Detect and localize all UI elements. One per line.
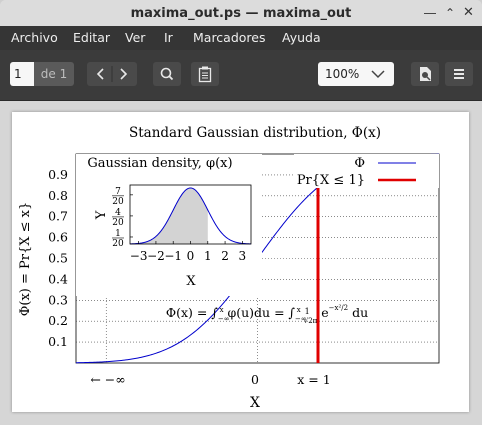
- main-menu-button[interactable]: [445, 62, 473, 86]
- cdf-formula: Φ(x) = ∫−∞x φ(u)du = ∫−∞x 1 √2π e−x²/2 du: [166, 304, 368, 325]
- title-bar: maxima_out.ps — maxima_out ― ⌃ ✕: [0, 0, 482, 26]
- x-axis-label: X: [250, 395, 260, 411]
- document-page: Standard Gaussian distribution, Φ(x) 0.1…: [12, 112, 469, 412]
- inset-y-tick-numerator: 4: [115, 208, 121, 218]
- search-button[interactable]: [153, 62, 181, 86]
- inset-y-tick-denominator: 20: [112, 218, 124, 228]
- y-tick-label: 0.1: [48, 334, 68, 349]
- inset-y-tick-numerator: 7: [115, 187, 121, 197]
- y-tick-label: 0.7: [48, 209, 68, 224]
- inset-y-label: Y: [94, 210, 109, 220]
- document-properties-button[interactable]: [411, 62, 439, 86]
- menu-archivo[interactable]: Archivo: [11, 30, 58, 45]
- hamburger-menu-icon: [454, 69, 464, 79]
- document-icon: [420, 67, 431, 81]
- gaussian-plot: Standard Gaussian distribution, Φ(x) 0.1…: [18, 125, 440, 411]
- inset-y-tick-denominator: 20: [112, 197, 124, 207]
- annotations-button[interactable]: [191, 62, 219, 86]
- minimize-icon[interactable]: ―: [424, 6, 436, 20]
- menu-marcadores[interactable]: Marcadores: [193, 30, 266, 45]
- close-icon[interactable]: ✕: [463, 5, 474, 20]
- chevron-right-icon[interactable]: [120, 68, 128, 80]
- y-tick-label: 0.2: [48, 313, 68, 328]
- zoom-value: 100%: [325, 67, 360, 81]
- page-total-label: de 1: [34, 62, 74, 86]
- menu-editar[interactable]: Editar: [73, 30, 110, 45]
- x-tick-label-zero: 0: [251, 372, 259, 387]
- app-window: maxima_out.ps — maxima_out ― ⌃ ✕ Archivo…: [0, 0, 482, 425]
- inset-y-tick-denominator: 20: [112, 239, 124, 249]
- page-nav-group: [87, 62, 137, 86]
- inset-title: Gaussian density, φ(x): [87, 156, 232, 171]
- chevron-left-icon[interactable]: [96, 68, 104, 80]
- inset-x-label: X: [186, 274, 196, 289]
- y-tick-label: 0.3: [48, 292, 68, 307]
- inset-x-tick-label: 0: [187, 249, 195, 263]
- clipboard-icon: [198, 66, 212, 83]
- inset-x-tick-label: 1: [204, 249, 212, 263]
- inset-x-tick-label: −1: [164, 249, 182, 263]
- y-tick-label: 0.5: [48, 251, 68, 266]
- inset-x-tick-label: 2: [221, 249, 229, 263]
- inset-x-tick-label: −2: [147, 249, 165, 263]
- inset-y-tick-numerator: 1: [115, 229, 121, 239]
- window-title: maxima_out.ps — maxima_out: [130, 6, 352, 21]
- menu-bar: Archivo Editar Ver Ir Marcadores Ayuda: [0, 26, 482, 50]
- y-tick-label: 0.8: [48, 188, 68, 203]
- y-tick-label: 0.4: [48, 271, 68, 286]
- inset-x-tick-label: 3: [239, 249, 247, 263]
- maximize-icon[interactable]: ⌃: [445, 6, 455, 20]
- x-tick-label-minus-inf: ← −∞: [90, 372, 125, 387]
- toolbar: 1 de 1 100%: [0, 50, 482, 101]
- menu-ayuda[interactable]: Ayuda: [282, 30, 321, 45]
- y-tick-label: 0.6: [48, 230, 68, 245]
- search-icon: [160, 67, 174, 81]
- y-axis-label: Φ(x) = Pr{X ≤ x}: [18, 202, 33, 317]
- main-y-ticks: 0.1 0.2 0.3 0.4 0.5 0.6 0.7 0.8 0.9: [48, 167, 68, 349]
- y-tick-label: 0.9: [48, 167, 68, 182]
- chevron-down-icon: [371, 70, 385, 79]
- zoom-select[interactable]: 100%: [318, 62, 394, 86]
- menu-ver[interactable]: Ver: [125, 30, 145, 45]
- menu-ir[interactable]: Ir: [164, 30, 173, 45]
- x-tick-label-x-equals-1: x = 1: [297, 372, 330, 387]
- inset-x-tick-label: −3: [130, 249, 148, 263]
- legend-label-pr: Pr{X ≤ 1}: [297, 173, 365, 188]
- chart-title: Standard Gaussian distribution, Φ(x): [129, 125, 381, 141]
- legend-label-phi: Φ: [354, 156, 365, 171]
- page-number-input[interactable]: 1: [10, 62, 34, 86]
